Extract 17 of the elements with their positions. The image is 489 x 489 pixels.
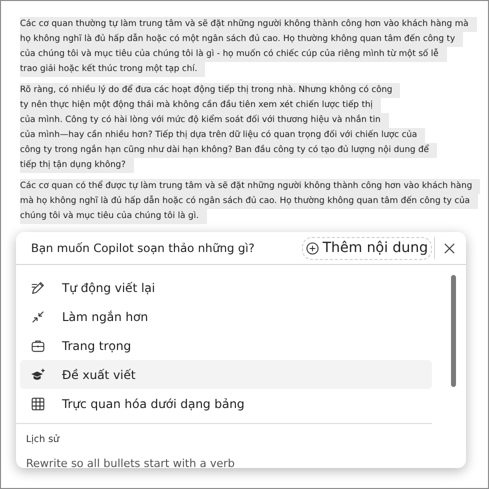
briefcase-icon (30, 338, 46, 354)
shrink-arrows-icon (30, 308, 46, 324)
pencil-icon (30, 280, 46, 296)
add-content-button[interactable]: Thêm nội dung (302, 236, 432, 260)
section-heading: Lịch sử (25, 433, 60, 445)
scrollbar-thumb[interactable] (451, 275, 456, 387)
menu-item[interactable]: Trực quan hóa dưới dạng bảng (20, 389, 432, 418)
history-item[interactable]: Rewrite so all bullets start with a verb (16, 445, 466, 468)
graduation-cap-icon (30, 366, 46, 382)
menu-item[interactable]: Trang trọng (20, 331, 432, 360)
menu-item[interactable]: Làm ngắn hơn (20, 302, 432, 331)
table-icon (30, 396, 46, 412)
menu-item[interactable]: Đề xuất viết (20, 360, 432, 389)
close-icon[interactable] (443, 242, 456, 254)
add-icon (306, 242, 319, 254)
prompt-text: Bạn muốn Copilot soạn thảo những gì? (31, 241, 256, 255)
menu-item[interactable]: Tự động viết lại (20, 273, 432, 302)
